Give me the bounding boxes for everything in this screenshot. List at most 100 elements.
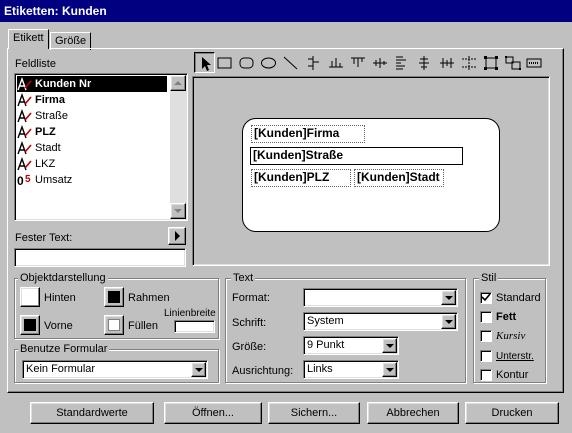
- tab-etikett[interactable]: Etikett: [8, 29, 49, 49]
- feldliste-item[interactable]: LKZ: [17, 156, 167, 172]
- label-field-plz[interactable]: [Kunden]PLZ: [251, 169, 351, 187]
- schrift-select[interactable]: System: [303, 312, 458, 331]
- label-shape[interactable]: [Kunden]Firma [Kunden]Straße [Kunden]PLZ…: [242, 118, 500, 232]
- format-select[interactable]: [303, 288, 458, 307]
- ausrichtung-select-value: Links: [307, 363, 333, 375]
- chevron-down-icon: [174, 209, 182, 213]
- stil-kursiv-checkbox[interactable]: [480, 330, 492, 342]
- benutze-formular-label: Benutze Formular: [18, 343, 110, 355]
- line-tool-icon: [283, 56, 298, 70]
- feldliste-item-label: Umsatz: [35, 174, 73, 186]
- stil-unterstr-checkbox[interactable]: [480, 350, 492, 362]
- schrift-dropdown-button[interactable]: [441, 314, 456, 329]
- text-field-icon: [17, 76, 33, 91]
- feldliste-item[interactable]: 0 5 Umsatz: [17, 172, 167, 188]
- hinten-color-swatch[interactable]: [20, 287, 40, 307]
- feldliste-item-label: Kunden Nr: [35, 78, 92, 90]
- hinten-label: Hinten: [44, 292, 76, 304]
- toolbar-button[interactable]: [502, 52, 523, 73]
- pointer-tool-icon: [202, 57, 211, 71]
- toolbar-button[interactable]: [280, 52, 301, 73]
- same-size-icon: [484, 56, 498, 70]
- linienbreite-input[interactable]: [174, 320, 215, 333]
- text-field-icon: [17, 124, 33, 139]
- format-dropdown-button[interactable]: [441, 290, 456, 305]
- toolbar-button[interactable]: [413, 52, 434, 73]
- formular-dropdown-button[interactable]: [191, 362, 206, 377]
- stil-fett-checkbox[interactable]: [480, 311, 492, 323]
- distribute-horizontal-icon: [440, 58, 454, 68]
- ausrichtung-select[interactable]: Links: [303, 360, 399, 379]
- toolbar-button[interactable]: [214, 52, 235, 73]
- toolbar-button[interactable]: [480, 52, 501, 73]
- stil-kursiv-label: Kursiv: [496, 330, 526, 342]
- feldliste-item[interactable]: PLZ: [17, 124, 167, 140]
- svg-text:5: 5: [25, 174, 31, 185]
- stil-standard-checkbox[interactable]: [480, 292, 492, 304]
- groesse-select[interactable]: 9 Punkt: [303, 336, 399, 355]
- feldliste-item[interactable]: Firma: [17, 92, 167, 108]
- toolbar-button[interactable]: [303, 52, 324, 73]
- vorne-color-swatch[interactable]: [20, 315, 40, 335]
- fester-text-insert-button[interactable]: [168, 227, 186, 245]
- text-field-icon: [17, 108, 33, 123]
- label-field-stadt[interactable]: [Kunden]Stadt: [354, 169, 444, 187]
- toolbar-button[interactable]: [325, 52, 346, 73]
- fester-text-input[interactable]: [14, 248, 186, 267]
- text-tool-icon: [526, 58, 542, 68]
- window-title: Etiketten: Kunden: [0, 0, 572, 22]
- fuellen-label: Füllen: [128, 320, 158, 332]
- stil-kontur-checkbox[interactable]: [480, 369, 492, 381]
- feldliste-item[interactable]: Stadt: [17, 140, 167, 156]
- feldliste-item[interactable]: Straße: [17, 108, 167, 124]
- tab-groesse-label: Größe: [55, 35, 87, 47]
- distribute-vertical-icon: [462, 56, 476, 70]
- feldliste-scrollbar[interactable]: [170, 75, 186, 219]
- toolbar-button[interactable]: [369, 52, 390, 73]
- format-label: Format:: [232, 292, 270, 304]
- toolbar-button[interactable]: [436, 52, 457, 73]
- toolbar-button[interactable]: [458, 52, 479, 73]
- stil-group-label: Stil: [479, 272, 499, 284]
- label-field-firma[interactable]: [Kunden]Firma: [251, 125, 365, 143]
- label-field-strasse[interactable]: [Kunden]Straße: [250, 147, 463, 165]
- align-center-horizontal-icon: [329, 58, 343, 68]
- layout-canvas[interactable]: [Kunden]Firma [Kunden]Straße [Kunden]PLZ…: [192, 76, 550, 266]
- toolbar-button[interactable]: [391, 52, 412, 73]
- feldliste-list[interactable]: Kunden Nr Firma Straße PLZ Stadt LKZ 0 5 Umsatz: [14, 73, 188, 221]
- chevron-down-icon: [195, 368, 203, 372]
- stil-standard-label: Standard: [496, 292, 541, 304]
- vorne-label: Vorne: [44, 320, 73, 332]
- rounded-rectangle-tool-icon: [239, 57, 254, 69]
- toolbar-button[interactable]: [258, 52, 279, 73]
- align-center-vertical-icon: [396, 56, 406, 70]
- rahmen-color-swatch[interactable]: [104, 287, 124, 307]
- drucken-button[interactable]: Drucken: [465, 402, 559, 424]
- sichern-button[interactable]: Sichern...: [268, 402, 360, 424]
- stil-fett-label: Fett: [496, 311, 517, 323]
- stil-kontur-label: Kontur: [496, 369, 529, 381]
- fuellen-color-swatch[interactable]: [104, 315, 124, 335]
- toolbar-button[interactable]: [347, 52, 368, 73]
- groesse-dropdown-button[interactable]: [382, 338, 397, 353]
- groesse-select-value: 9 Punkt: [307, 339, 345, 351]
- feldliste-item-label: LKZ: [35, 158, 56, 170]
- toolbar-button[interactable]: [523, 52, 544, 73]
- feldliste-item[interactable]: Kunden Nr: [17, 76, 167, 92]
- rectangle-tool-icon: [217, 57, 232, 69]
- ausrichtung-dropdown-button[interactable]: [382, 362, 397, 377]
- standardwerte-button[interactable]: Standardwerte: [30, 402, 154, 424]
- ausrichtung-label: Ausrichtung:: [232, 365, 294, 377]
- align-left-icon: [308, 56, 319, 70]
- oval-tool-icon: [261, 57, 276, 69]
- formular-select[interactable]: Kein Formular: [22, 360, 208, 379]
- toolbar-button[interactable]: [236, 52, 257, 73]
- toolbar-button[interactable]: [194, 52, 215, 73]
- oeffnen-button[interactable]: Öffnen...: [164, 402, 262, 424]
- stil-unterstr-label: Unterstr.: [496, 351, 534, 362]
- chevron-down-icon: [386, 344, 394, 348]
- scroll-down-button[interactable]: [170, 203, 186, 219]
- schrift-select-value: System: [307, 315, 344, 327]
- scroll-up-button[interactable]: [170, 75, 186, 91]
- abbrechen-button[interactable]: Abbrechen: [367, 402, 459, 424]
